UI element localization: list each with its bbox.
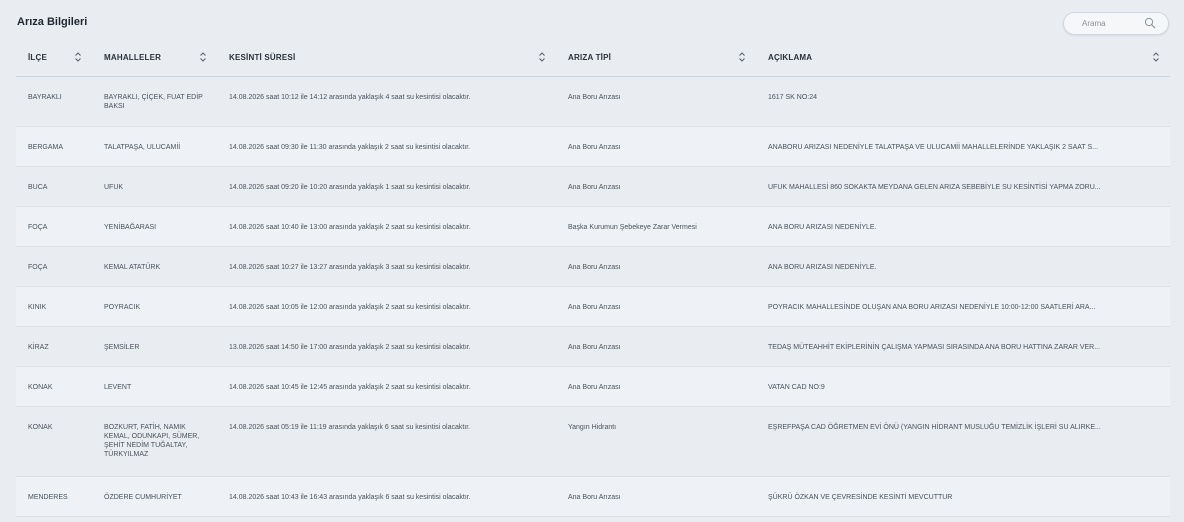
table-header-row: İLÇE MAHALLELER KESİNTİ SÜRESİ ARIZA TİP… [16,40,1170,77]
cell-sure: 14.08.2026 saat 10:43 ile 16:43 arasında… [217,476,556,517]
cell-sure: 14.08.2026 saat 05:19 ile 11:19 arasında… [217,406,556,477]
search-icon[interactable] [1144,17,1156,29]
cell-ilce: KONAK [16,406,92,477]
cell-tip: Yangın Hidrantı [556,406,756,477]
sort-chevrons-icon[interactable] [738,51,746,63]
cell-ilce: KINIK [16,286,92,327]
cell-aciklama: ŞÜKRÜ ÖZKAN VE ÇEVRESİNDE KESİNTİ MEVCUT… [756,476,1170,517]
cell-tip: Başka Kurumun Şebekeye Zarar Vermesi [556,206,756,247]
sort-chevrons-icon[interactable] [74,51,82,63]
search-input[interactable] [1064,13,1144,34]
sort-chevrons-icon[interactable] [199,51,207,63]
cell-ilce: KİRAZ [16,326,92,367]
cell-sure: 14.08.2026 saat 10:27 ile 13:27 arasında… [217,246,556,287]
cell-aciklama: VATAN CAD NO:9 [756,366,1170,407]
cell-tip: Ana Boru Arızası [556,76,756,127]
table-row[interactable]: MENDERES ÖZDERE CUMHURİYET 14.08.2026 sa… [16,476,1170,517]
cell-aciklama: POYRACIK MAHALLESİNDE OLUŞAN ANA BORU AR… [756,286,1170,327]
table-row[interactable]: BAYRAKLI BAYRAKLI, ÇİÇEK, FUAT EDİP BAKS… [16,76,1170,127]
cell-mahalle: POYRACIK [92,286,217,327]
cell-tip: Ana Boru Arızası [556,326,756,367]
cell-tip: Ana Boru Arızası [556,366,756,407]
table-row[interactable]: BERGAMA TALATPAŞA, ULUCAMİİ 14.08.2026 s… [16,126,1170,167]
sort-chevrons-icon[interactable] [1152,51,1160,63]
table-row[interactable]: FOÇA YENİBAĞARASI 14.08.2026 saat 10:40 … [16,206,1170,247]
column-header-kesinti-suresi[interactable]: KESİNTİ SÜRESİ [217,40,556,77]
cell-mahalle: YENİBAĞARASI [92,206,217,247]
cell-mahalle: TALATPAŞA, ULUCAMİİ [92,126,217,167]
cell-mahalle: UFUK [92,166,217,207]
cell-aciklama: 1617 SK NO:24 [756,76,1170,127]
table-row[interactable]: BUCA UFUK 14.08.2026 saat 09:20 ile 10:2… [16,166,1170,207]
cell-aciklama: EŞREFPAŞA CAD ÖĞRETMEN EVİ ÖNÜ (YANGIN H… [756,406,1170,477]
page: Arıza Bilgileri İLÇE MAHALLELER KESİNTİ … [0,0,1184,522]
cell-mahalle: BAYRAKLI, ÇİÇEK, FUAT EDİP BAKSI [92,76,217,127]
cell-ilce: BAYRAKLI [16,76,92,127]
cell-ilce: BERGAMA [16,126,92,167]
cell-tip: Ana Boru Arızası [556,166,756,207]
cell-mahalle: ÖZDERE CUMHURİYET [92,476,217,517]
cell-ilce: BUCA [16,166,92,207]
cell-tip: Ana Boru Arızası [556,286,756,327]
cell-tip: Ana Boru Arızası [556,246,756,287]
table-row[interactable]: FOÇA KEMAL ATATÜRK 14.08.2026 saat 10:27… [16,246,1170,287]
cell-aciklama: ANA BORU ARIZASI NEDENİYLE. [756,246,1170,287]
table-row[interactable]: KINIK POYRACIK 14.08.2026 saat 10:05 ile… [16,286,1170,327]
cell-tip: Ana Boru Arızası [556,476,756,517]
cell-aciklama: ANA BORU ARIZASI NEDENİYLE. [756,206,1170,247]
search-box[interactable] [1063,12,1169,35]
cell-mahalle: BOZKURT, FATİH, NAMIK KEMAL, ODUNKAPI, S… [92,406,217,477]
cell-mahalle: KEMAL ATATÜRK [92,246,217,287]
cell-ilce: KONAK [16,366,92,407]
column-header-ilce[interactable]: İLÇE [16,40,92,77]
outage-table: İLÇE MAHALLELER KESİNTİ SÜRESİ ARIZA TİP… [16,40,1170,517]
table-row[interactable]: KONAK BOZKURT, FATİH, NAMIK KEMAL, ODUNK… [16,406,1170,477]
cell-aciklama: ANABORU ARIZASI NEDENİYLE TALATPAŞA VE U… [756,126,1170,167]
cell-sure: 14.08.2026 saat 10:45 ile 12:45 arasında… [217,366,556,407]
table-row[interactable]: KİRAZ ŞEMSİLER 13.08.2026 saat 14:50 ile… [16,326,1170,367]
cell-ilce: MENDERES [16,476,92,517]
cell-sure: 14.08.2026 saat 09:30 ile 11:30 arasında… [217,126,556,167]
cell-mahalle: ŞEMSİLER [92,326,217,367]
cell-ilce: FOÇA [16,206,92,247]
cell-aciklama: UFUK MAHALLESİ 860 SOKAKTA MEYDANA GELEN… [756,166,1170,207]
column-header-mahalleler[interactable]: MAHALLELER [92,40,217,77]
cell-sure: 13.08.2026 saat 14:50 ile 17:00 arasında… [217,326,556,367]
cell-ilce: FOÇA [16,246,92,287]
column-header-ariza-tipi[interactable]: ARIZA TİPİ [556,40,756,77]
cell-aciklama: TEDAŞ MÜTEAHHİT EKİPLERİNİN ÇALIŞMA YAPM… [756,326,1170,367]
cell-mahalle: LEVENT [92,366,217,407]
cell-sure: 14.08.2026 saat 10:40 ile 13:00 arasında… [217,206,556,247]
cell-tip: Ana Boru Arızası [556,126,756,167]
cell-sure: 14.08.2026 saat 09:20 ile 10:20 arasında… [217,166,556,207]
table-row[interactable]: KONAK LEVENT 14.08.2026 saat 10:45 ile 1… [16,366,1170,407]
page-title: Arıza Bilgileri [17,16,88,28]
cell-sure: 14.08.2026 saat 10:05 ile 12:00 arasında… [217,286,556,327]
column-header-aciklama[interactable]: AÇIKLAMA [756,40,1170,77]
sort-chevrons-icon[interactable] [538,51,546,63]
cell-sure: 14.08.2026 saat 10:12 ile 14:12 arasında… [217,76,556,127]
